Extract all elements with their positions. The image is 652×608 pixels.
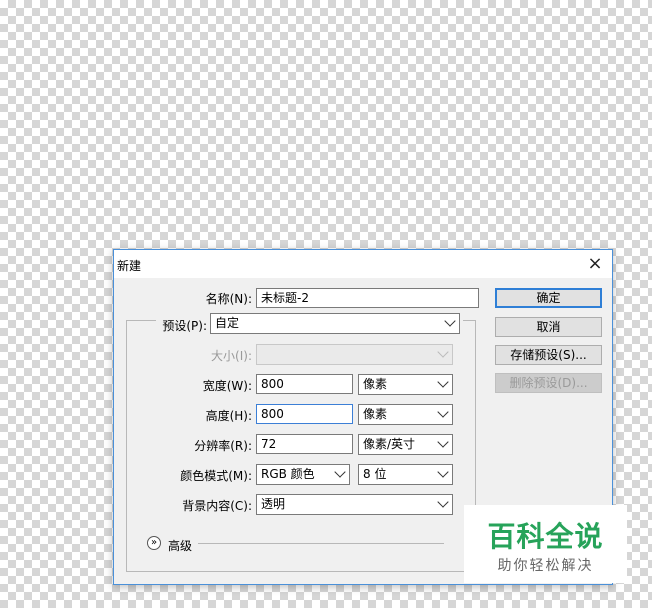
name-field[interactable]: 未标题-2	[256, 288, 479, 308]
chevron-down-icon	[334, 466, 346, 478]
preset-group-left	[126, 320, 127, 572]
preset-value: 自定	[215, 316, 240, 330]
chevron-down-icon	[437, 436, 449, 448]
color-mode-label: 颜色模式(M):	[180, 469, 252, 483]
height-unit-select[interactable]: 像素	[358, 404, 453, 425]
chevron-down-icon	[437, 466, 449, 478]
height-field[interactable]: 800	[256, 404, 353, 424]
background-label: 背景内容(C):	[182, 499, 252, 513]
width-field[interactable]: 800	[256, 374, 353, 394]
advanced-label[interactable]: 高级	[168, 537, 192, 554]
size-select	[256, 344, 453, 365]
watermark-logo: 百科全说 助你轻松解决	[464, 505, 627, 583]
chevron-down-icon	[437, 496, 449, 508]
bit-depth-value: 8 位	[363, 467, 387, 481]
height-label: 高度(H):	[205, 409, 252, 423]
width-label: 宽度(W):	[202, 379, 252, 393]
close-icon[interactable]: ×	[584, 253, 606, 275]
height-unit-value: 像素	[363, 407, 388, 421]
ok-button[interactable]: 确定	[495, 288, 602, 308]
resolution-field[interactable]: 72	[256, 434, 353, 454]
delete-preset-button: 删除预设(D)...	[495, 373, 602, 393]
cancel-button[interactable]: 取消	[495, 317, 602, 337]
advanced-divider	[198, 543, 444, 544]
watermark-subtitle: 助你轻松解决	[497, 558, 594, 574]
save-preset-button[interactable]: 存储预设(S)...	[495, 345, 602, 365]
resolution-unit-select[interactable]: 像素/英寸	[358, 434, 453, 455]
chevron-down-icon	[437, 376, 449, 388]
background-select[interactable]: 透明	[256, 494, 453, 515]
width-unit-select[interactable]: 像素	[358, 374, 453, 395]
size-label: 大小(I):	[211, 349, 252, 363]
bit-depth-select[interactable]: 8 位	[358, 464, 453, 485]
chevron-down-icon	[437, 406, 449, 418]
resolution-unit-value: 像素/英寸	[363, 437, 416, 451]
preset-label: 预设(P):	[162, 319, 207, 333]
dialog-title: 新建	[117, 259, 142, 273]
chevron-double-down-icon[interactable]: »	[147, 536, 161, 550]
resolution-label: 分辨率(R):	[194, 439, 252, 453]
dialog-titlebar[interactable]: 新建 ×	[114, 250, 612, 278]
background-value: 透明	[261, 497, 286, 511]
width-unit-value: 像素	[363, 377, 388, 391]
preset-group-bottom	[126, 571, 476, 572]
preset-select[interactable]: 自定	[210, 313, 460, 334]
preset-group-top-right	[463, 320, 475, 321]
watermark-title: 百科全说	[487, 520, 604, 553]
name-label: 名称(N):	[205, 292, 252, 306]
chevron-down-icon	[444, 315, 456, 327]
chevron-down-icon	[437, 346, 449, 358]
color-mode-value: RGB 颜色	[261, 467, 315, 481]
color-mode-select[interactable]: RGB 颜色	[256, 464, 350, 485]
